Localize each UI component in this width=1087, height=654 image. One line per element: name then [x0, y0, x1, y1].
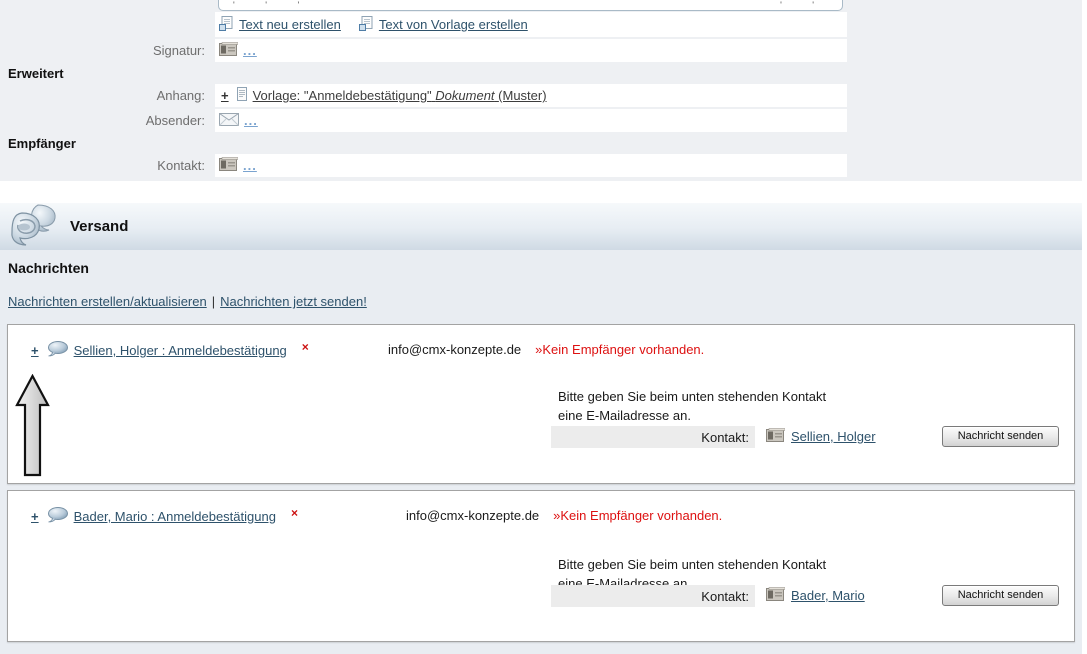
- message-title-link[interactable]: Sellien, Holger : Anmeldebestätigung: [74, 343, 287, 358]
- anhang-vorlage-type: Dokument: [435, 88, 494, 103]
- absender-picker-link[interactable]: ...: [244, 113, 258, 128]
- versand-header: Versand: [0, 203, 1082, 250]
- absender-label: Absender:: [0, 109, 215, 134]
- signatur-picker-link[interactable]: ...: [243, 43, 257, 58]
- contact-link[interactable]: Sellien, Holger: [791, 429, 876, 444]
- message-expand-link[interactable]: +: [29, 343, 41, 358]
- form-row-anhang: Anhang: + Vorlage: "Anmeldebestätigung" …: [0, 84, 1082, 109]
- template-document-icon[interactable]: [359, 16, 373, 34]
- error-message: »Kein Empfänger vorhanden.: [553, 508, 722, 523]
- sender-email: info@cmx-konzepte.de: [406, 508, 539, 523]
- create-text-from-template-link[interactable]: Text von Vorlage erstellen: [379, 17, 528, 32]
- nachrichten-section: Nachrichten Nachrichten erstellen/aktual…: [0, 250, 1082, 654]
- link-separator: |: [212, 294, 215, 309]
- speech-bubble-icon[interactable]: [47, 507, 68, 526]
- create-text-link[interactable]: Text neu erstellen: [239, 17, 341, 32]
- cutoff-text-fragment: ' ' ': [233, 2, 313, 9]
- hint-line: Bitte geben Sie beim unten stehenden Kon…: [558, 387, 826, 406]
- message-card: + Bader, Mario : Anmeldebestätigung × in…: [7, 490, 1075, 642]
- contact-link[interactable]: Bader, Mario: [791, 588, 865, 603]
- cutoff-editor-box[interactable]: ' ' ' ' ': [218, 0, 843, 11]
- envelope-icon[interactable]: [219, 113, 239, 129]
- error-message: »Kein Empfänger vorhanden.: [535, 342, 704, 357]
- form-row-kontakt: Kontakt: ...: [0, 154, 1082, 179]
- hint-line: Bitte geben Sie beim unten stehenden Kon…: [558, 555, 826, 574]
- message-form-section: ' ' ' ' ' Text neu erstellen: [0, 0, 1082, 181]
- message-card: + Sellien, Holger :: [7, 324, 1075, 484]
- signatur-label: Signatur:: [0, 39, 215, 64]
- nachrichten-action-links: Nachrichten erstellen/aktualisieren | Nach…: [0, 294, 1082, 309]
- anhang-vorlage-text: Vorlage: "Anmeldebestätigung": [253, 88, 432, 103]
- kontakt-label: Kontakt:: [0, 154, 215, 179]
- message-expand-link[interactable]: +: [29, 509, 41, 524]
- sender-email: info@cmx-konzepte.de: [388, 342, 521, 357]
- form-row-signatur: Signatur: ...: [0, 39, 1082, 64]
- new-document-icon[interactable]: [219, 16, 233, 34]
- section-heading-empfaenger: Empfänger: [0, 134, 1082, 154]
- anhang-vorlage-link[interactable]: Vorlage: "Anmeldebestätigung" Dokument (…: [253, 88, 547, 103]
- kontakt-picker-link[interactable]: ...: [243, 158, 257, 173]
- page: ' ' ' ' ' Text neu erstellen: [0, 0, 1087, 651]
- anhang-vorlage-suffix: (Muster): [498, 88, 546, 103]
- attachment-document-icon[interactable]: [236, 87, 248, 104]
- cutoff-text-fragment: ' ': [780, 2, 828, 9]
- form-row-absender: Absender: ...: [0, 109, 1082, 134]
- message-title-link[interactable]: Bader, Mario : Anmeldebestätigung: [74, 509, 276, 524]
- form-row-text-actions: Text neu erstellen Text von Vorlage erst…: [0, 12, 1082, 39]
- versand-swirl-icon: [8, 203, 58, 250]
- spacer: [0, 181, 1087, 203]
- create-update-messages-link[interactable]: Nachrichten erstellen/aktualisieren: [8, 294, 207, 309]
- speech-bubble-icon[interactable]: [47, 341, 68, 360]
- send-messages-now-link[interactable]: Nachrichten jetzt senden!: [220, 294, 367, 309]
- address-card-icon[interactable]: [219, 157, 238, 174]
- send-message-button[interactable]: Nachricht senden: [942, 585, 1059, 606]
- card-kontakt-label: Kontakt:: [701, 589, 749, 604]
- address-card-icon[interactable]: [766, 587, 785, 604]
- card-kontakt-label: Kontakt:: [701, 430, 749, 445]
- address-card-icon[interactable]: [766, 428, 785, 445]
- hint-line: eine E-Mailadresse an.: [558, 406, 826, 425]
- section-heading-erweitert: Erweitert: [0, 64, 1082, 84]
- send-message-button[interactable]: Nachricht senden: [942, 426, 1059, 447]
- versand-title: Versand: [70, 218, 128, 235]
- form-row-cutoff: ' ' ' ' ': [0, 0, 1082, 12]
- nachrichten-heading: Nachrichten: [0, 260, 1082, 276]
- anhang-expand-link[interactable]: +: [219, 88, 231, 103]
- address-card-icon[interactable]: [219, 42, 238, 59]
- delete-message-button[interactable]: ×: [291, 506, 298, 520]
- annotation-arrow-up: [15, 374, 51, 481]
- anhang-label: Anhang:: [0, 84, 215, 109]
- delete-message-button[interactable]: ×: [302, 340, 309, 354]
